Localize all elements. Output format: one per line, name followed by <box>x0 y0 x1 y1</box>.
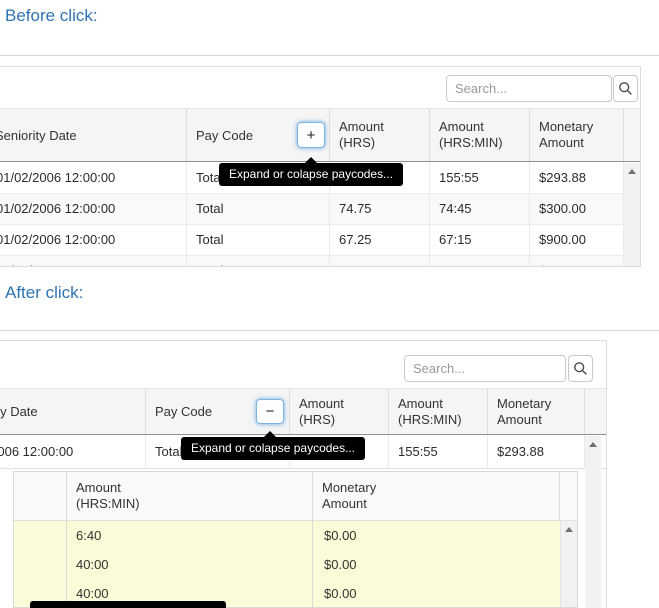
column-header-label: Pay Code <box>196 128 253 143</box>
collapse-paycodes-button[interactable]: − <box>256 399 284 424</box>
search-icon <box>573 361 588 376</box>
cell-amount-hrs-min: 74:45 <box>430 194 530 224</box>
cell-amount-hrs-min: 155:55 <box>389 436 488 468</box>
expand-paycodes-tooltip: Expand or colapse paycodes... <box>181 437 365 460</box>
expand-paycodes-tooltip: Expand or colapse paycodes... <box>219 163 403 186</box>
column-header-label: Monetary Amount <box>322 480 402 512</box>
partial-tooltip <box>30 601 226 608</box>
column-header-amount-hrs-min[interactable]: Amount (HRS:MIN) <box>430 109 530 161</box>
cell-pay-code: Total <box>187 194 330 224</box>
subcell-monetary-amount: $0.00 <box>313 550 560 579</box>
column-header-label: Amount (HRS) <box>339 119 419 151</box>
scroll-up-icon[interactable] <box>589 442 597 447</box>
search-icon <box>618 81 633 96</box>
vertical-scrollbar[interactable] <box>624 163 640 266</box>
cell-amount-hrs-min: 155:55 <box>430 163 530 193</box>
column-header-label: Amount (HRS) <box>299 396 379 428</box>
expand-paycodes-button[interactable]: + <box>297 122 325 148</box>
tooltip-caret-icon <box>264 431 276 437</box>
grid-before: Seniority Date Pay Code Amount (HRS) Amo… <box>0 66 641 267</box>
subcell-monetary-amount: $0.00 <box>313 579 560 608</box>
cell-amount-hrs: 90.00 <box>330 256 430 267</box>
column-header-label: Seniority Date <box>12 404 38 419</box>
column-header-label: Pay Code <box>155 404 212 419</box>
subcell-blank <box>14 521 67 550</box>
column-header-label: Amount (HRS:MIN) <box>439 119 519 151</box>
column-header-amount-hrs[interactable]: Amount (HRS) <box>330 109 430 161</box>
paycodes-subtable: Amount (HRS:MIN) Monetary Amount 6:40 $0… <box>13 471 578 608</box>
column-header-amount-hrs[interactable]: Amount (HRS) <box>290 389 389 434</box>
cell-seniority-date: 01/02/2006 12:00:00 <box>0 194 187 224</box>
table-row[interactable]: 01/02/2006 12:00:00 Total 67.25 67:15 $9… <box>0 225 640 256</box>
tooltip-text: Expand or colapse paycodes... <box>191 441 355 455</box>
page: Before click: Seniority Date Pay Code Am… <box>0 0 659 608</box>
cell-seniority-date: 01/02/2006 12:00:00 <box>0 436 146 468</box>
subtable-header-row: Amount (HRS:MIN) Monetary Amount <box>14 472 577 521</box>
subtable-column-header-blank <box>14 472 67 520</box>
subtable-column-header-monetary-amount[interactable]: Monetary Amount <box>313 472 560 520</box>
cell-seniority-date: 01/02/2006 12:00:00 <box>0 163 187 193</box>
cell-seniority-date: 01/02/2006 12:00:00 <box>0 225 187 255</box>
search-button[interactable] <box>613 75 638 102</box>
subcell-amount-hrs-min: 6:40 <box>67 521 313 550</box>
column-header-label: Monetary Amount <box>539 119 619 151</box>
cell-amount-hrs: 74.75 <box>330 194 430 224</box>
header-row: Seniority Date Pay Code Amount (HRS) Amo… <box>0 109 640 162</box>
cell-amount-hrs-min: 90:00 <box>430 256 530 267</box>
tooltip-caret-icon <box>305 157 317 163</box>
table-row[interactable]: 01/02/2006 12:00:00 Total 74.75 74:45 $3… <box>0 194 640 225</box>
cell-monetary-amount: $900.00 <box>530 225 624 255</box>
column-header-monetary-amount[interactable]: Monetary Amount <box>530 109 624 161</box>
before-heading: Before click: <box>5 6 98 26</box>
column-header-seniority-date[interactable]: Seniority Date <box>0 109 187 161</box>
column-header-label: Monetary Amount <box>497 396 577 428</box>
search-input[interactable] <box>446 75 612 102</box>
subtable-row[interactable]: 40:00 $0.00 <box>14 550 577 579</box>
cell-monetary-amount: $300.00 <box>530 194 624 224</box>
scroll-up-icon[interactable] <box>628 169 636 174</box>
cell-monetary-amount: $293.88 <box>530 163 624 193</box>
column-header-label: Amount (HRS:MIN) <box>76 480 156 512</box>
cell-monetary-amount: $1,562.50 <box>530 256 624 267</box>
search-button[interactable] <box>568 355 593 382</box>
after-heading: After click: <box>5 283 83 303</box>
cell-pay-code: Total <box>187 256 330 267</box>
vertical-scrollbar[interactable] <box>585 436 601 608</box>
grid-toolbar <box>0 341 606 389</box>
tooltip-text: Expand or colapse paycodes... <box>229 167 393 181</box>
header-row: Seniority Date Pay Code Amount (HRS) Amo… <box>0 389 606 435</box>
cell-amount-hrs-min: 67:15 <box>430 225 530 255</box>
subtable-row[interactable]: 6:40 $0.00 <box>14 521 577 550</box>
section-divider <box>0 330 659 331</box>
column-header-monetary-amount[interactable]: Monetary Amount <box>488 389 585 434</box>
column-header-seniority-date[interactable]: Seniority Date <box>0 389 146 434</box>
subcell-monetary-amount: $0.00 <box>313 521 560 550</box>
grid-toolbar <box>0 67 640 109</box>
cell-amount-hrs: 67.25 <box>330 225 430 255</box>
column-header-label: Seniority Date <box>5 128 77 143</box>
cell-seniority-date: 01/02/2006 12:00:00 <box>0 256 187 267</box>
table-row[interactable]: 01/02/2006 12:00:00 Total 90.00 90:00 $1… <box>0 256 640 267</box>
search-input[interactable] <box>404 355 566 382</box>
cell-pay-code: Total <box>187 225 330 255</box>
subtable-vertical-scrollbar[interactable] <box>560 521 577 607</box>
section-divider <box>0 55 659 56</box>
scroll-up-icon[interactable] <box>565 527 573 532</box>
subcell-blank <box>14 550 67 579</box>
cell-monetary-amount: $293.88 <box>488 436 585 468</box>
subtable-body: 6:40 $0.00 40:00 $0.00 40:00 $0.00 <box>14 521 577 607</box>
column-header-label: Amount (HRS:MIN) <box>398 396 478 428</box>
subcell-amount-hrs-min: 40:00 <box>67 550 313 579</box>
column-header-amount-hrs-min[interactable]: Amount (HRS:MIN) <box>389 389 488 434</box>
grid-after: Seniority Date Pay Code Amount (HRS) Amo… <box>0 340 607 608</box>
subtable-column-header-amount-hrs-min[interactable]: Amount (HRS:MIN) <box>67 472 313 520</box>
